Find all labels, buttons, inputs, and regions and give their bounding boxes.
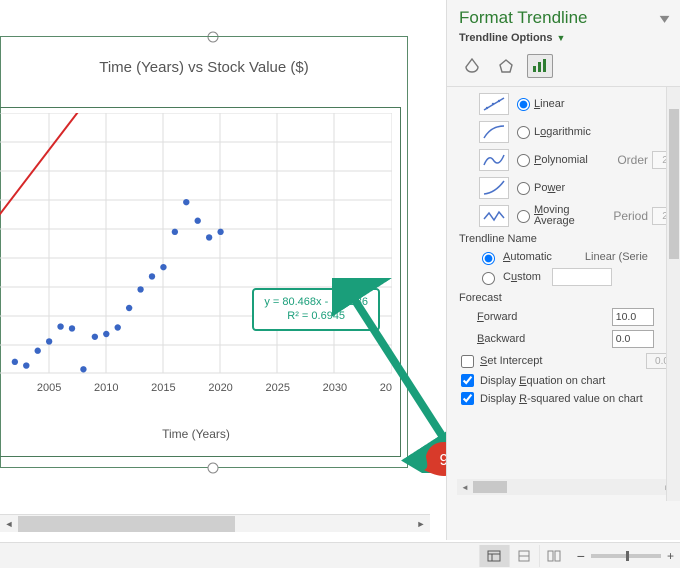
svg-text:2010: 2010 [94, 382, 118, 394]
zoom-slider[interactable] [591, 554, 661, 558]
tab-fill-line-icon[interactable] [459, 54, 485, 78]
logarithmic-icon [479, 121, 509, 143]
trendline-name-label: Trendline Name [459, 233, 678, 245]
svg-text:2020: 2020 [208, 382, 232, 394]
panel-subtitle[interactable]: Trendline Options▼ [447, 32, 680, 50]
panel-close-icon[interactable]: ▾ [660, 10, 670, 27]
option-logarithmic[interactable]: Logarithmic [517, 126, 591, 139]
panel-hscrollbar[interactable]: ◄ ► [457, 479, 676, 495]
view-page-layout-icon[interactable] [509, 545, 539, 567]
zoom-out-icon[interactable]: − [577, 548, 585, 564]
scroll-left-icon[interactable]: ◄ [0, 516, 18, 532]
option-power[interactable]: Power [517, 182, 565, 195]
radio-automatic[interactable]: AutomaticLinear (Serie [477, 249, 678, 265]
chart-resize-handle-bottom[interactable] [207, 463, 218, 474]
forward-label: Forward [477, 311, 517, 323]
zoom-in-icon[interactable]: + [667, 549, 674, 563]
svg-text:2030: 2030 [323, 382, 347, 394]
trendline[interactable] [0, 113, 335, 224]
panel-title: Format Trendline [459, 8, 588, 28]
option-polynomial[interactable]: Polynomial [517, 154, 588, 167]
display-equation-label: Display Equation on chart [480, 375, 605, 387]
scroll-thumb[interactable] [18, 516, 235, 532]
display-r2-label: Display R-squared value on chart [480, 393, 643, 405]
view-page-break-icon[interactable] [539, 545, 569, 567]
power-icon [479, 177, 509, 199]
period-label: Period [613, 209, 648, 223]
radio-custom[interactable]: Custom [477, 268, 678, 286]
display-equation-checkbox[interactable] [461, 374, 474, 387]
backward-label: Backward [477, 333, 525, 345]
svg-text:2025: 2025 [265, 382, 289, 394]
custom-name-input[interactable] [552, 268, 612, 286]
sheet-hscrollbar[interactable]: ◄ ► [0, 514, 430, 532]
option-moving-average[interactable]: MovingAverage [517, 205, 575, 227]
set-intercept-label: Set Intercept [480, 355, 542, 367]
data-series[interactable] [12, 199, 224, 373]
linear-icon [479, 93, 509, 115]
backward-input[interactable]: 0.0 [612, 330, 654, 348]
worksheet-area: Time (Years) vs Stock Value ($) [0, 0, 440, 540]
set-intercept-checkbox[interactable] [461, 355, 474, 368]
scroll-right-icon[interactable]: ► [412, 516, 430, 532]
chevron-down-icon: ▼ [557, 33, 566, 43]
format-trendline-panel: Format Trendline ▾ Trendline Options▼ Li… [446, 0, 680, 540]
panel-vscrollbar[interactable] [666, 87, 680, 501]
polynomial-icon [479, 149, 509, 171]
tab-trendline-options-icon[interactable] [527, 54, 553, 78]
option-linear[interactable]: Linear [517, 98, 565, 111]
svg-text:2035: 2035 [380, 382, 392, 394]
svg-text:2015: 2015 [151, 382, 175, 394]
chart-frame: Time (Years) vs Stock Value ($) [0, 36, 408, 468]
forecast-label: Forecast [459, 292, 678, 304]
forward-input[interactable]: 10.0 [612, 308, 654, 326]
trendline-equation-label[interactable]: y = 80.468x - 160136 R² = 0.6945 [252, 288, 380, 331]
panel-scroll-body: Linear Logarithmic Polynomial Order2 Pow… [447, 86, 680, 501]
tab-effects-icon[interactable] [493, 54, 519, 78]
plot-area[interactable]: 2005 2010 2015 2020 2025 2030 2035 Time (Years… [0, 107, 401, 457]
moving-avg-icon [479, 205, 509, 227]
x-axis-label[interactable]: Time (Years) [0, 427, 400, 441]
status-bar: − + [0, 542, 680, 568]
order-label: Order [617, 153, 648, 167]
view-normal-icon[interactable] [479, 545, 509, 567]
scroll-left-icon[interactable]: ◄ [457, 483, 473, 492]
chart-svg: 2005 2010 2015 2020 2025 2030 2035 [0, 113, 392, 403]
display-r2-checkbox[interactable] [461, 392, 474, 405]
chart-title[interactable]: Time (Years) vs Stock Value ($) [1, 59, 407, 76]
chart-object[interactable]: Time (Years) vs Stock Value ($) [0, 15, 425, 510]
svg-text:2005: 2005 [37, 382, 61, 394]
